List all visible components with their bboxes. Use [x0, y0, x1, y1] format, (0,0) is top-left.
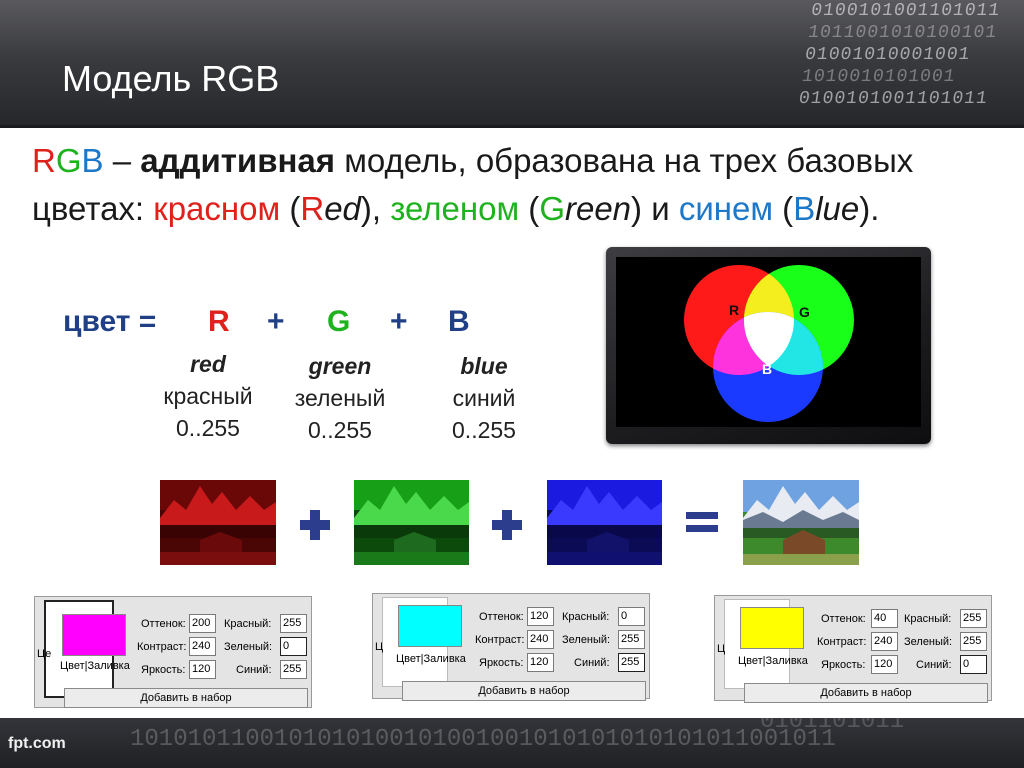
green-field[interactable]: 255	[618, 630, 645, 649]
component-blue: blue синий 0..255	[452, 353, 516, 443]
monitor-image: R G B	[606, 247, 931, 444]
photo-full-color	[743, 480, 859, 565]
formula-g: G	[327, 305, 351, 338]
venn-label-b: B	[762, 361, 772, 377]
red-field[interactable]: 0	[618, 607, 645, 626]
slide-footer: 1010101100101010100101001001010101010101…	[0, 718, 1024, 768]
component-green: green зеленый 0..255	[294, 353, 386, 443]
green-field[interactable]: 0	[280, 637, 307, 656]
intro-paragraph: RGB – аддитивная модель, образована на т…	[32, 142, 914, 227]
binary-decoration: 0100101001101011 1011001010100101 010010…	[797, 1, 1002, 109]
add-to-set-button[interactable]: Добавить в набор	[402, 681, 646, 701]
contrast-field[interactable]: 240	[871, 632, 898, 651]
brand-logo: fpt.com	[8, 735, 66, 752]
color-dialog-yellow: Ц Цвет|Заливка Оттенок: 40 Контраст: 240…	[714, 593, 994, 709]
brightness-field[interactable]: 120	[527, 653, 554, 672]
color-dialog-cyan: Ц Цвет|Заливка Оттенок: 120 Контраст: 24…	[372, 591, 652, 707]
letter-b: B	[81, 142, 104, 179]
word-blue: синем	[678, 190, 774, 227]
color-fill-caption: Цвет|Заливка	[60, 660, 130, 672]
venn-label-g: G	[799, 304, 810, 320]
contrast-field[interactable]: 240	[189, 637, 216, 656]
rgb-venn-diagram: R G B	[684, 265, 854, 422]
red-field[interactable]: 255	[960, 609, 987, 628]
blue-field[interactable]: 255	[280, 660, 307, 679]
formula-r: R	[208, 305, 230, 338]
slide-title: Модель RGB	[62, 58, 280, 99]
brightness-field[interactable]: 120	[189, 660, 216, 679]
header-divider	[0, 125, 1024, 128]
contrast-field[interactable]: 240	[527, 630, 554, 649]
blue-field[interactable]: 255	[618, 653, 645, 672]
color-swatch	[398, 605, 462, 647]
red-field[interactable]: 255	[280, 614, 307, 633]
color-fill-caption: Цвет|Заливка	[738, 655, 808, 667]
photo-red-channel	[160, 480, 276, 565]
hue-field[interactable]: 120	[527, 607, 554, 626]
letter-r: R	[32, 142, 56, 179]
color-swatch	[740, 607, 804, 649]
color-dialog-magenta: Це Цвет|Заливка Оттенок: 200 Контраст: 2…	[34, 594, 314, 710]
add-to-set-button[interactable]: Добавить в набор	[744, 683, 988, 703]
blue-field[interactable]: 0	[960, 655, 987, 674]
plus-operator	[300, 510, 330, 540]
component-red: red красный 0..255	[163, 351, 253, 441]
word-green: зеленом	[390, 190, 520, 227]
formula-plus: +	[267, 305, 285, 338]
binary-decoration: 1010101100101010100101001001010101010101…	[130, 726, 836, 753]
photo-blue-channel	[547, 480, 662, 565]
binary-decoration: 0101101011	[760, 718, 905, 735]
green-field[interactable]: 255	[960, 632, 987, 651]
plus-operator	[492, 510, 522, 540]
equals-operator	[686, 512, 718, 532]
word-red: красном	[153, 190, 281, 227]
monitor-screen: R G B	[616, 257, 921, 427]
term-additive: аддитивная	[140, 142, 336, 179]
formula-lhs: цвет =	[63, 305, 157, 338]
hue-field[interactable]: 200	[189, 614, 216, 633]
letter-g: G	[55, 142, 82, 179]
photo-green-channel	[354, 480, 469, 565]
color-fill-caption: Цвет|Заливка	[396, 653, 466, 665]
hue-field[interactable]: 40	[871, 609, 898, 628]
color-swatch	[62, 614, 126, 656]
brightness-field[interactable]: 120	[871, 655, 898, 674]
venn-label-r: R	[729, 302, 739, 318]
formula-b: B	[448, 305, 470, 338]
slide-header: 0100101001101011 1011001010100101 010010…	[0, 0, 1024, 125]
add-to-set-button[interactable]: Добавить в набор	[64, 688, 308, 708]
formula-plus: +	[390, 305, 408, 338]
